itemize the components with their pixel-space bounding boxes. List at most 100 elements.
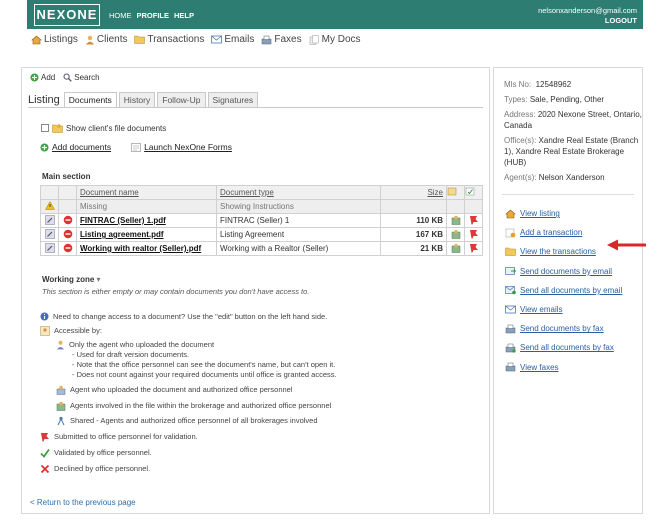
edit-cell[interactable] [40,213,59,228]
main-nav-emails[interactable]: Emails [211,34,254,45]
working-zone-toggle[interactable]: Working zone ▾ [42,275,101,284]
agent-office-icon [56,385,66,395]
edit-icon [44,242,55,253]
agents-brokerage-icon [451,243,460,253]
checkmark-icon [40,448,50,458]
documents-table: Document name Document type Size Missing… [40,185,483,256]
edit-cell[interactable] [40,227,59,242]
show-client-docs-row: Show client's file documents [41,123,166,133]
working-zone-description: This section is either empty or may cont… [42,287,310,296]
nav-help[interactable]: HELP [174,11,194,20]
accessible-icon [40,326,50,336]
add-documents-link[interactable]: Add documents [40,142,111,152]
send-documents-email-link[interactable]: Send documents by email [505,262,622,281]
legend-agent-office: Agent who uploaded the document and auth… [56,385,293,395]
status-cell [464,213,483,228]
show-client-docs-label[interactable]: Show client's file documents [66,124,166,133]
legend-agents-brokerage: Agents involved in the file within the b… [56,401,331,411]
column-document-type[interactable]: Document type [216,185,381,200]
main-nav-faxes[interactable]: Faxes [261,34,302,45]
mls-number: Mls No: 12548962 [504,80,572,89]
delete-cell[interactable] [58,241,77,256]
fax-send-all-icon [505,343,516,353]
logout-link[interactable]: LOGOUT [538,16,637,26]
delete-cell[interactable] [58,227,77,242]
send-all-documents-email-link[interactable]: Send all documents by email [505,281,622,300]
main-section-title: Main section [42,172,91,181]
access-cell [446,227,465,242]
missing-access [446,199,465,214]
launch-forms-link[interactable]: Launch NexOne Forms [131,142,232,152]
warning-icon [44,200,55,210]
chevron-down-icon: ▾ [96,275,101,284]
main-nav-transactions[interactable]: Transactions [134,34,204,45]
user-email: nelsonxanderson@gmail.com [538,6,637,15]
column-size[interactable]: Size [380,185,447,200]
delete-icon [63,229,72,238]
sidebar-actions: View listing Add a transaction View the … [505,204,622,377]
folder-icon [134,35,146,44]
document-name-link[interactable]: FINTRAC (Seller) 1.pdf [76,213,217,228]
tab-divider [28,107,483,108]
view-transactions-link[interactable]: View the transactions [505,242,622,261]
legend-accessible-by: Accessible by: [40,326,102,336]
view-faxes-link[interactable]: View faxes [505,358,622,377]
table-row: FINTRAC (Seller) 1.pdf FINTRAC (Seller) … [40,213,483,228]
fax-icon [262,35,272,44]
view-listing-link[interactable]: View listing [505,204,622,223]
listing-info: Mls No: 12548962 Types: Sale, Pending, O… [504,79,642,187]
access-cell [446,213,465,228]
tab-follow-up[interactable]: Follow-Up [157,92,206,108]
send-all-documents-fax-link[interactable]: Send all documents by fax [505,338,622,357]
email-send-icon [505,267,516,276]
main-nav-clients[interactable]: Clients [85,34,127,45]
client-folder-icon [52,124,63,133]
document-type: Working with a Realtor (Seller) [216,241,381,256]
missing-size [380,199,447,214]
document-size: 110 KB [380,213,447,228]
missing-cell-icon [40,199,59,214]
listing-offices: Office(s): Xandre Real Estate (Branch 1)… [504,136,639,167]
tab-bar-title: Listing [28,94,60,106]
column-document-name[interactable]: Document name [76,185,217,200]
nav-home[interactable]: HOME [109,11,132,20]
view-emails-link[interactable]: View emails [505,300,622,319]
house-icon [505,209,516,218]
agents-brokerage-icon [451,229,460,239]
listing-address: Address: 2020 Nexone Street, Ontario, Ca… [504,110,642,130]
logo[interactable]: NEXONE [34,4,100,26]
send-documents-fax-link[interactable]: Send documents by fax [505,319,622,338]
tab-signatures[interactable]: Signatures [207,92,259,108]
main-nav-listings[interactable]: Listings [31,34,78,45]
submitted-icon [469,243,478,252]
table-row: Listing agreement.pdf Listing Agreement … [40,227,483,242]
search-button[interactable]: Search [63,73,100,82]
column-access-icon [446,185,465,200]
return-previous-link[interactable]: < Return to the previous page [30,498,136,507]
main-nav-my-docs[interactable]: My Docs [309,34,361,45]
nav-profile[interactable]: PROFILE [137,11,170,20]
email-send-all-icon [505,286,516,295]
header-blank-1 [40,185,59,200]
add-transaction-link[interactable]: Add a transaction [505,223,622,242]
tab-history[interactable]: History [118,92,156,108]
documents-icon [309,34,319,45]
show-client-docs-checkbox[interactable] [41,124,49,132]
agents-brokerage-icon [451,215,460,225]
missing-status [464,199,483,214]
listing-types: Types: Sale, Pending, Other [504,95,605,104]
missing-label: Missing [76,199,217,214]
document-name-link[interactable]: Listing agreement.pdf [76,227,217,242]
legend-declined: Declined by office personnel. [40,464,150,474]
document-size: 167 KB [380,227,447,242]
table-row-missing: Missing Showing Instructions [40,199,483,214]
document-name-link[interactable]: Working with realtor (Seller).pdf [76,241,217,256]
delete-cell[interactable] [58,213,77,228]
house-icon [31,35,42,44]
submitted-icon [469,229,478,238]
cross-icon [40,464,50,474]
edit-cell[interactable] [40,241,59,256]
add-button[interactable]: Add [30,73,55,82]
add-icon [40,143,49,151]
tab-documents[interactable]: Documents [63,92,117,108]
